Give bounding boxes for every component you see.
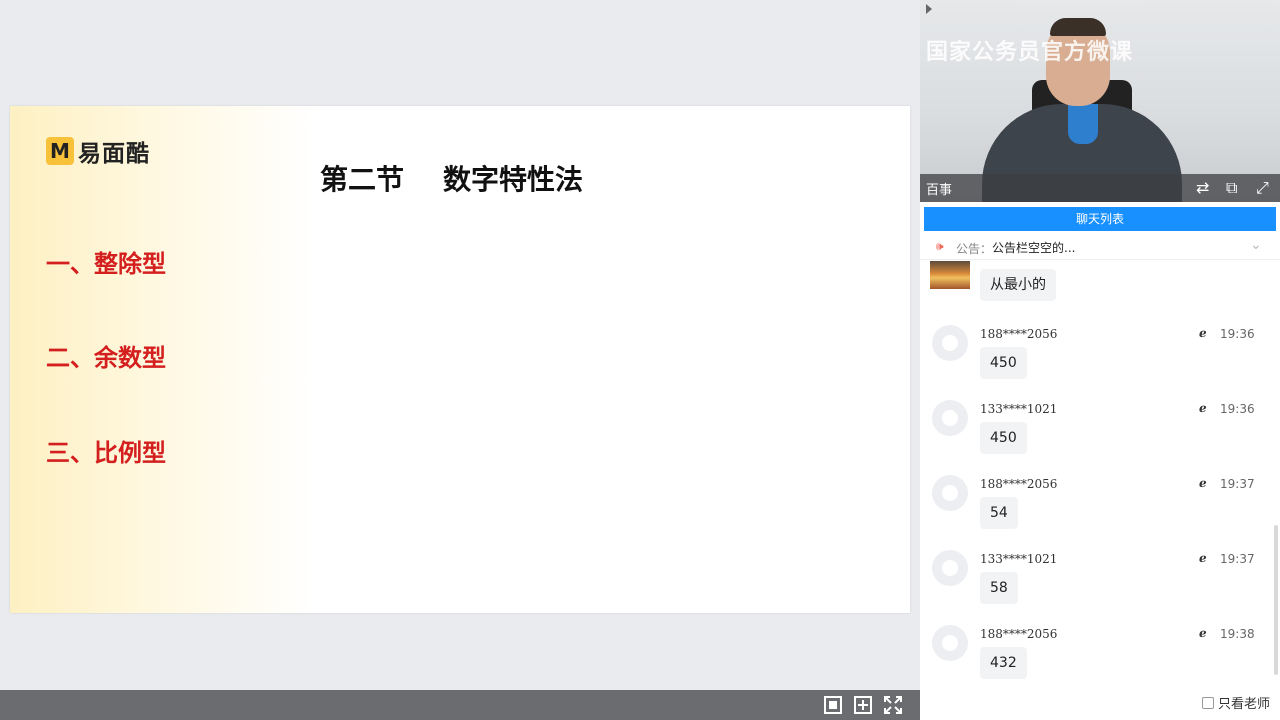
message-user: 133****1021	[980, 552, 1058, 566]
slide-title: 第二节 数字特性法	[320, 163, 583, 196]
only-teacher-toggle[interactable]: 只看老师	[1202, 693, 1270, 712]
avatar	[932, 475, 968, 511]
slide-point-2: 二、余数型	[46, 344, 166, 372]
slide-content: M 易面酷 第二节 数字特性法 一、整除型 二、余数型 三、比例型	[10, 106, 910, 613]
browser-icon: ℯ	[1199, 551, 1207, 565]
notice-bar[interactable]: 🕪 公告： 公告栏空空的... ⌄	[920, 234, 1280, 260]
browser-icon: ℯ	[1199, 476, 1207, 490]
message-user: 188****2056	[980, 327, 1058, 341]
message-bubble: 从最小的	[980, 269, 1056, 301]
notice-text: 公告栏空空的...	[992, 241, 1076, 255]
chat-message: 133****1021 ℯ 19:36 450	[920, 400, 1280, 470]
avatar	[932, 625, 968, 661]
fit-screen-icon[interactable]	[823, 695, 843, 715]
brand-logo: M 易面酷	[46, 134, 150, 168]
popout-icon[interactable]: ⧉	[1226, 178, 1237, 198]
message-bubble: 450	[980, 347, 1027, 379]
video-person-collar	[1068, 104, 1098, 144]
notice-label: 公告：	[956, 242, 993, 256]
browser-icon: ℯ	[1199, 401, 1207, 415]
chat-message: 133****1021 ℯ 19:37 58	[920, 550, 1280, 620]
player-control-bar	[0, 690, 920, 720]
picture-in-picture-icon[interactable]	[853, 695, 873, 715]
avatar	[932, 325, 968, 361]
message-time: 19:37	[1220, 552, 1255, 566]
switch-icon[interactable]: ⇄	[1196, 178, 1209, 198]
browser-icon: ℯ	[1199, 326, 1207, 340]
play-icon[interactable]	[926, 4, 932, 14]
expand-icon[interactable]: ⤢	[1256, 178, 1269, 198]
message-user: 188****2056	[980, 627, 1058, 641]
avatar	[932, 550, 968, 586]
chat-scrollbar[interactable]	[1274, 525, 1278, 675]
browser-icon: ℯ	[1199, 626, 1207, 640]
message-time: 19:36	[1220, 327, 1255, 341]
chevron-down-icon[interactable]: ⌄	[1250, 237, 1262, 253]
slide-point-3: 三、比例型	[46, 439, 166, 467]
megaphone-icon: 🕪	[936, 239, 944, 253]
message-time: 19:36	[1220, 402, 1255, 416]
chat-message-list[interactable]: 从最小的 188****2056 ℯ 19:36 450 133****1021…	[920, 261, 1280, 685]
side-panel: 国家公务员官方微课 百事 ⇄ ⧉ ⤢ 聊天列表 🕪 公告： 公告栏空空的... …	[920, 0, 1280, 720]
slide-stage: M 易面酷 第二节 数字特性法 一、整除型 二、余数型 三、比例型	[0, 0, 920, 720]
slide-point-1: 一、整除型	[46, 250, 166, 278]
fullscreen-icon[interactable]	[883, 695, 903, 715]
avatar	[932, 400, 968, 436]
message-time: 19:37	[1220, 477, 1255, 491]
teacher-video[interactable]: 国家公务员官方微课 百事 ⇄ ⧉ ⤢	[920, 0, 1280, 202]
logo-text: 易面酷	[78, 141, 150, 167]
video-watermark: 国家公务员官方微课	[926, 40, 1134, 65]
video-toolbar: 百事 ⇄ ⧉ ⤢	[920, 174, 1280, 202]
message-bubble: 54	[980, 497, 1018, 529]
chat-message: 从最小的	[920, 261, 1280, 331]
tab-chat-list[interactable]: 聊天列表	[924, 207, 1276, 231]
message-bubble: 432	[980, 647, 1027, 679]
only-teacher-checkbox[interactable]	[1202, 696, 1214, 709]
video-label: 百事	[926, 183, 953, 198]
message-bubble: 58	[980, 572, 1018, 604]
chat-message: 188****2056 ℯ 19:38 432	[920, 625, 1280, 685]
logo-mark: M	[46, 137, 74, 165]
only-teacher-label: 只看老师	[1218, 697, 1271, 712]
chat-message: 188****2056 ℯ 19:37 54	[920, 475, 1280, 545]
message-user: 133****1021	[980, 402, 1058, 416]
message-user: 188****2056	[980, 477, 1058, 491]
chat-message: 188****2056 ℯ 19:36 450	[920, 325, 1280, 395]
message-bubble: 450	[980, 422, 1027, 454]
message-time: 19:38	[1220, 627, 1255, 641]
avatar	[930, 261, 970, 289]
